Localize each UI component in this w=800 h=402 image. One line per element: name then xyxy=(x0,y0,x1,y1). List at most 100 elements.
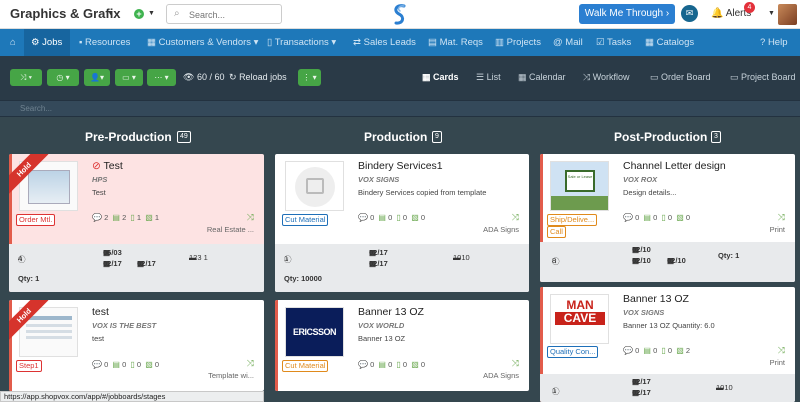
nav-transactions[interactable]: ▯ Transactions ▾ xyxy=(267,29,336,56)
job-title[interactable]: Channel Letter design xyxy=(623,160,726,172)
job-title[interactable]: ⊘ Test xyxy=(92,160,123,172)
workflow-icon[interactable]: ⤨ xyxy=(778,212,785,223)
workflow-icon[interactable]: ⤨ xyxy=(247,358,254,369)
job-card[interactable]: Sale or Lease Channel Letter design VOX … xyxy=(540,154,795,282)
view-cards[interactable]: ▦ Cards xyxy=(422,72,459,83)
nav-sales-leads[interactable]: ⇄ Sales Leads xyxy=(353,29,416,56)
card-footer: ⓘ 1 ▦ 02/17 ▦ 02/17 ▬ 1010 Qty: 10000 xyxy=(275,244,529,292)
ship-value: 1010 xyxy=(716,383,733,392)
nav-projects[interactable]: ▥ Projects xyxy=(495,29,541,56)
status-tag[interactable]: Order Mtl. xyxy=(16,214,56,226)
nav-label: Sales Leads xyxy=(363,37,416,48)
status-tag[interactable]: Cut Material xyxy=(282,360,329,372)
card-footer: ⓘ 8 ▦ 02/10 ▦ 02/10 ▦ 02/10 Qty: 1 xyxy=(540,242,795,282)
search-input[interactable] xyxy=(189,8,279,21)
nav-jobs[interactable]: ⚙ Jobs xyxy=(24,29,70,56)
sign-text: Sale or Lease xyxy=(567,174,593,179)
reload-jobs-button[interactable]: ↻ Reload jobs xyxy=(229,72,287,83)
workflow-icon[interactable]: ⤨ xyxy=(247,212,254,223)
view-label: List xyxy=(486,72,501,82)
workflow-icon[interactable]: ⤨ xyxy=(512,212,519,223)
user-filter-button[interactable]: 👤▾ xyxy=(84,69,110,86)
global-search[interactable]: ⌕ xyxy=(166,4,282,24)
job-template: Print xyxy=(769,358,785,367)
job-stats: 💬 0 ▤ 0 ▯ 0 ▧ 0 xyxy=(92,360,159,369)
nav-label: Mat. Reqs xyxy=(439,37,483,48)
stat-value: 2 xyxy=(122,213,127,222)
customer-name: VOX ROX xyxy=(623,175,658,184)
avatar[interactable] xyxy=(778,4,797,25)
chat-icon[interactable]: ✉ xyxy=(681,5,698,22)
job-template: ADA Signs xyxy=(483,371,519,380)
job-title[interactable]: Banner 13 OZ xyxy=(358,306,424,318)
jobs-toolbar: ⤨ ▾ ◷ ▾ 👤▾ ▭ ▾ ⋯ ▾ 👁 60 / 60 ↻ Reload jo… xyxy=(0,56,800,100)
status-tag[interactable]: Ship/Delive... xyxy=(547,214,598,226)
chevron-down-icon[interactable]: ▼ xyxy=(148,10,155,17)
date-value: 02/17 xyxy=(103,259,122,268)
view-project-board[interactable]: ▭ Project Board xyxy=(730,72,796,83)
document-icon: ▯ xyxy=(661,213,666,222)
customer-name: VOX IS THE BEST xyxy=(92,321,157,330)
workflow-icon[interactable]: ⤨ xyxy=(512,358,519,369)
walk-me-through-button[interactable]: Walk Me Through › xyxy=(579,4,675,24)
nav-help[interactable]: ? Help xyxy=(760,29,787,56)
nav-customers-vendors[interactable]: ▦ Customers & Vendors ▾ xyxy=(147,29,258,56)
options-button[interactable]: ⋮ ▾ xyxy=(298,69,321,86)
job-description: Banner 13 OZ xyxy=(358,334,406,343)
nav-label: Projects xyxy=(506,37,541,48)
jobs-count: 👁 60 / 60 xyxy=(183,72,224,83)
status-tag[interactable]: Call xyxy=(547,226,566,238)
nav-resources[interactable]: ▪ Resources xyxy=(79,29,130,56)
image-icon: ▧ xyxy=(676,346,684,355)
stat-value: 0 xyxy=(136,360,142,369)
job-thumbnail: Sale or Lease xyxy=(550,161,609,211)
job-card[interactable]: Hold test VOX IS THE BEST test Step1 💬 0… xyxy=(9,300,264,391)
file-icon: ▤ xyxy=(112,360,120,369)
job-card[interactable]: MAN CAVE Banner 13 OZ VOX SIGNS Banner 1… xyxy=(540,287,795,402)
job-card[interactable]: ERICSSON Banner 13 OZ VOX WORLD Banner 1… xyxy=(275,300,529,391)
search-icon: ⌕ xyxy=(174,8,180,19)
job-card[interactable]: Hold ⊘ Test HPS Test Order Mtl. 💬 2 ▤ 2 … xyxy=(9,154,264,292)
more-filter-button[interactable]: ⋯ ▾ xyxy=(147,69,176,86)
job-title[interactable]: Banner 13 OZ xyxy=(623,293,689,305)
job-thumbnail xyxy=(285,161,344,211)
nav-tasks[interactable]: ☑ Tasks xyxy=(596,29,631,56)
stat-value: 0 xyxy=(667,213,673,222)
shuffle-filter-button[interactable]: ⤨ ▾ xyxy=(10,69,42,86)
status-tag[interactable]: Cut Material xyxy=(282,214,329,226)
comment-icon: 💬 xyxy=(92,360,102,369)
add-icon[interactable]: + xyxy=(134,9,144,19)
document-icon: ▯ xyxy=(130,360,135,369)
status-tag[interactable]: Step1 xyxy=(16,360,42,372)
clock-filter-button[interactable]: ◷ ▾ xyxy=(47,69,79,86)
stat-value: 0 xyxy=(154,360,160,369)
column-count: 9 xyxy=(432,131,442,143)
job-title[interactable]: Bindery Services1 xyxy=(358,160,443,172)
view-calendar[interactable]: ▦ Calendar xyxy=(518,72,566,83)
file-icon: ▤ xyxy=(378,360,386,369)
status-tag[interactable]: Quality Con... xyxy=(547,346,599,358)
home-icon[interactable]: ⌂ xyxy=(10,29,16,56)
chevron-down-icon[interactable]: ▼ xyxy=(107,10,114,17)
job-stats: 💬 2 ▤ 2 ▯ 1 ▧ 1 xyxy=(92,213,159,222)
view-workflow[interactable]: ⤨ Workflow xyxy=(583,72,630,83)
date-value: 06/03 xyxy=(103,248,122,257)
customer-name: VOX WORLD xyxy=(358,321,405,330)
view-list[interactable]: ☰ List xyxy=(476,72,501,83)
shopvox-logo[interactable] xyxy=(390,3,410,27)
stat-value: 0 xyxy=(420,360,426,369)
printer-filter-button[interactable]: ▭ ▾ xyxy=(115,69,143,86)
document-icon: ▯ xyxy=(661,346,666,355)
view-order-board[interactable]: ▭ Order Board xyxy=(650,72,711,83)
job-card[interactable]: Bindery Services1 VOX SIGNS Bindery Serv… xyxy=(275,154,529,292)
board-search[interactable]: Search... xyxy=(0,100,800,117)
chevron-down-icon[interactable]: ▼ xyxy=(768,10,775,17)
company-name[interactable]: Graphics & Grafix xyxy=(10,6,121,21)
nav-catalogs[interactable]: ▦ Catalogs xyxy=(645,29,694,56)
workflow-icon[interactable]: ⤨ xyxy=(778,345,785,356)
nav-mail[interactable]: @ Mail xyxy=(553,29,583,56)
nav-mat-reqs[interactable]: ▤ Mat. Reqs xyxy=(428,29,483,56)
job-title[interactable]: test xyxy=(92,306,109,318)
date-value: 02/17 xyxy=(369,259,388,268)
file-icon: ▤ xyxy=(643,346,651,355)
